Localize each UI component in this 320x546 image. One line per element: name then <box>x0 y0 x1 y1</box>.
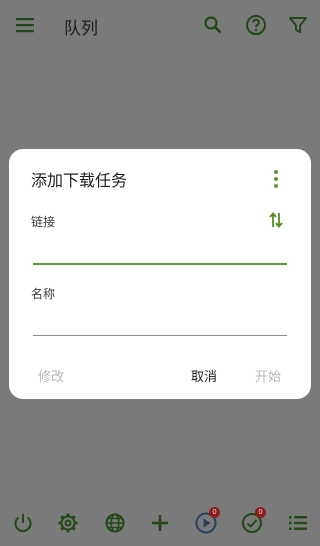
link-input[interactable] <box>33 237 291 263</box>
done-count-badge: 0 <box>255 507 266 518</box>
app-bar: 队列 <box>0 0 320 50</box>
play-count-badge: 0 <box>209 507 220 518</box>
edit-button[interactable]: 修改 <box>38 366 64 385</box>
play-button[interactable]: 0 <box>194 507 220 535</box>
link-input-underline <box>33 263 287 265</box>
start-button[interactable]: 开始 <box>255 366 281 385</box>
name-label: 名称 <box>31 287 56 301</box>
name-input-underline <box>33 335 287 336</box>
link-label: 链接 <box>31 215 56 229</box>
power-icon[interactable] <box>11 511 35 535</box>
filter-icon[interactable] <box>286 13 310 37</box>
completed-button[interactable]: 0 <box>240 507 266 535</box>
cancel-button[interactable]: 取消 <box>191 366 217 385</box>
hamburger-menu-icon[interactable] <box>14 14 36 36</box>
help-icon[interactable] <box>244 13 268 37</box>
dialog-title: 添加下载任务 <box>31 171 128 190</box>
name-input[interactable] <box>33 309 291 335</box>
page-title: 队列 <box>64 19 98 39</box>
list-icon[interactable] <box>286 511 310 535</box>
settings-icon[interactable] <box>56 511 80 535</box>
add-icon[interactable] <box>148 511 172 535</box>
add-download-dialog: 添加下载任务 链接 名称 修改 取消 开始 <box>9 149 311 399</box>
globe-icon[interactable] <box>103 511 127 535</box>
search-icon[interactable] <box>201 13 225 37</box>
swap-vertical-icon[interactable] <box>267 210 285 230</box>
more-options-icon[interactable] <box>271 169 281 189</box>
bottom-toolbar: 0 0 <box>0 505 320 541</box>
